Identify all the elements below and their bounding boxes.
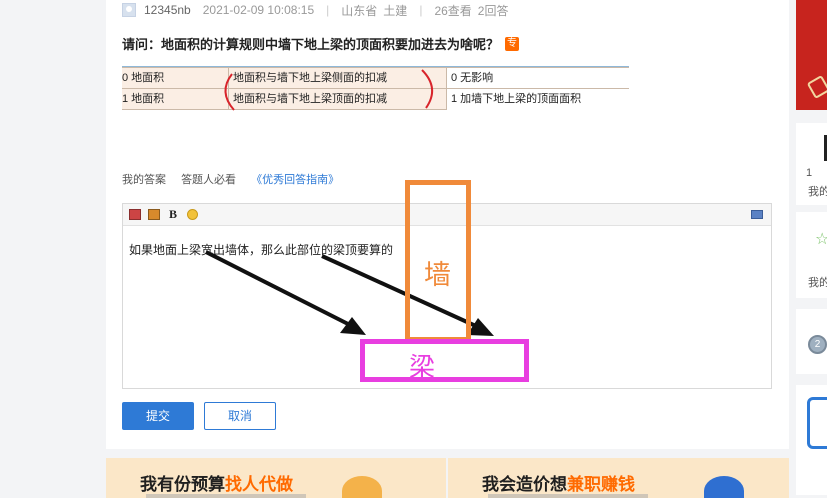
star-icon: ☆ (815, 231, 827, 248)
beam-label: 梁 (409, 353, 436, 383)
banner-highlight: 兼职赚钱 (567, 475, 635, 494)
sidebar-text: 我的 (808, 186, 827, 198)
banner-parttime[interactable]: 我会造价想兼职赚钱 (448, 458, 789, 498)
banner-text: 我会造价想 (482, 475, 567, 494)
sidebar-text: 我的 (808, 277, 827, 289)
banner-illustration (342, 476, 382, 498)
banner-budget[interactable]: 我有份预算找人代做 (106, 458, 446, 498)
sidebar-text: 1 (806, 167, 813, 179)
sidebar-card-3[interactable]: 2 (796, 309, 827, 374)
sidebar-card-1[interactable]: 1 我的 (796, 123, 827, 205)
sidebar-card-4[interactable] (796, 385, 827, 495)
banner-subline (488, 494, 648, 498)
sidebar-card-2[interactable]: ☆ 我的 (796, 212, 827, 298)
sidebar-promo[interactable] (796, 0, 827, 110)
banner-illustration (704, 476, 744, 498)
arrow-head (467, 318, 494, 336)
banner-highlight: 找人代做 (225, 475, 293, 494)
beam-annotation-box: 梁 (360, 339, 529, 383)
banner-text: 我有份预算 (140, 475, 225, 494)
wall-annotation-box: 墙 (405, 180, 471, 342)
banner-title: 我会造价想兼职赚钱 (482, 470, 635, 495)
wall-label: 墙 (424, 260, 451, 291)
banner-title: 我有份预算找人代做 (140, 470, 293, 495)
banner-subline (146, 494, 306, 498)
ticket-icon (806, 74, 827, 100)
page: 12345nb 2021-02-09 10:08:15 | 山东省 土建 | 2… (0, 0, 827, 498)
medal-icon: 2 (808, 335, 827, 354)
calendar-icon (807, 397, 827, 449)
